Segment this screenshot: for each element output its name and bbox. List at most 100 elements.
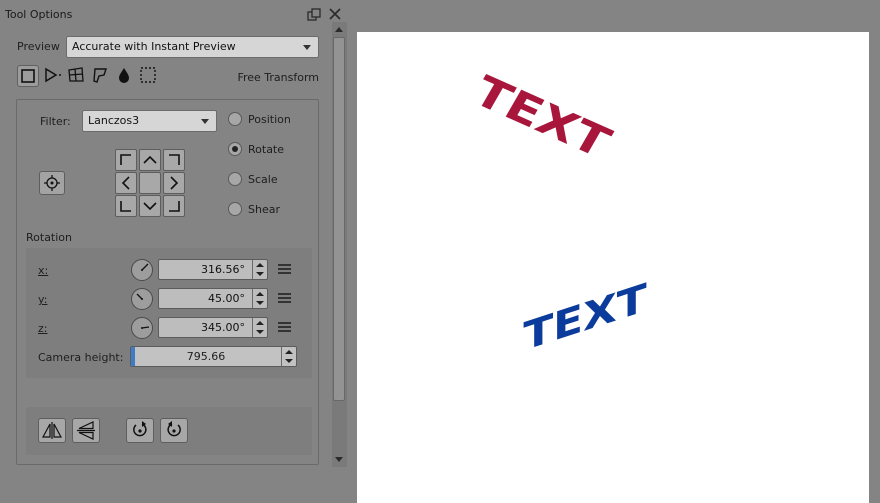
rotation-z-value: 345.00° (201, 321, 245, 334)
spin-arrows[interactable] (252, 289, 267, 308)
spin-down-icon[interactable] (256, 272, 264, 276)
move-pivot-button[interactable] (39, 171, 65, 195)
rotation-y-label: y: (38, 293, 48, 306)
cage-mode-button[interactable] (89, 65, 111, 87)
float-panel-icon[interactable] (307, 8, 321, 22)
spin-up-icon[interactable] (256, 321, 264, 325)
flip-vertical-button[interactable] (72, 418, 100, 443)
panel-title: Tool Options (5, 8, 73, 21)
preview-select[interactable]: Accurate with Instant Preview (66, 36, 319, 58)
crosshair-icon (44, 175, 60, 191)
free-transform-mode-button[interactable] (17, 65, 39, 87)
hamburger-menu-icon[interactable] (278, 293, 291, 304)
scroll-thumb[interactable] (333, 37, 345, 401)
hamburger-menu-icon[interactable] (278, 322, 291, 333)
preview-select-value: Accurate with Instant Preview (72, 40, 236, 53)
spin-up-icon[interactable] (285, 350, 293, 354)
anchor-top-button[interactable] (139, 149, 161, 171)
close-icon[interactable] (328, 7, 342, 21)
filter-label: Filter: (40, 115, 71, 128)
radio-indicator[interactable] (228, 202, 242, 216)
anchor-bottom-button[interactable] (139, 195, 161, 217)
transform-mode-label: Free Transform (237, 71, 319, 84)
spin-down-icon[interactable] (285, 359, 293, 363)
radio-shear[interactable]: Shear (228, 202, 280, 216)
scroll-up-icon[interactable] (335, 27, 343, 32)
mesh-icon (140, 67, 156, 83)
transformed-text-red: TEXT (465, 66, 619, 168)
rotation-y-dial[interactable] (131, 288, 153, 310)
anchor-center-button[interactable] (139, 172, 161, 194)
panel-scrollbar[interactable] (332, 22, 347, 467)
corner-top-right-icon (169, 154, 180, 165)
rotate-ccw-icon (133, 421, 147, 437)
free-transform-icon (21, 69, 35, 83)
filter-select-value: Lanczos3 (88, 114, 140, 127)
rotation-z-spinbox[interactable]: 345.00° (158, 317, 268, 338)
transformed-text-blue: TEXT (523, 274, 647, 360)
mesh-mode-button[interactable] (137, 65, 159, 87)
preview-label: Preview (17, 40, 60, 53)
radio-label: Rotate (248, 142, 285, 156)
rotation-x-spinbox[interactable]: 316.56° (158, 259, 268, 280)
chevron-down-icon (303, 45, 311, 50)
radio-label: Position (248, 112, 291, 126)
radio-indicator[interactable] (228, 172, 242, 186)
spin-down-icon[interactable] (256, 330, 264, 334)
flip-vertical-icon (77, 421, 95, 440)
document-canvas[interactable]: TEXT TEXT (357, 32, 869, 503)
anchor-top-right-button[interactable] (163, 149, 185, 171)
filter-select[interactable]: Lanczos3 (82, 110, 217, 132)
radio-rotate[interactable]: Rotate (228, 142, 284, 156)
rotation-x-value: 316.56° (201, 263, 245, 276)
rotate-cw-button[interactable] (160, 418, 188, 443)
spin-arrows[interactable] (252, 260, 267, 279)
spin-up-icon[interactable] (256, 263, 264, 267)
cage-icon (93, 68, 107, 83)
rotation-x-dial[interactable] (131, 259, 153, 281)
corner-top-left-icon (120, 154, 131, 165)
chevron-down-icon (143, 202, 157, 211)
chevron-up-icon (143, 155, 157, 164)
radio-indicator[interactable] (228, 142, 242, 156)
perspective-icon (45, 67, 61, 83)
warp-mode-button[interactable] (65, 65, 87, 87)
perspective-mode-button[interactable] (41, 65, 63, 87)
flip-horizontal-icon (41, 422, 63, 439)
rotation-x-label: x: (38, 264, 49, 277)
rotate-ccw-button[interactable] (126, 418, 154, 443)
chevron-left-icon (121, 176, 130, 190)
anchor-right-button[interactable] (163, 172, 185, 194)
spin-arrows[interactable] (281, 347, 296, 366)
chevron-right-icon (170, 176, 179, 190)
angle-dial-icon (136, 293, 143, 300)
camera-height-value: 795.66 (186, 350, 226, 363)
spin-down-icon[interactable] (256, 301, 264, 305)
rotation-y-spinbox[interactable]: 45.00° (158, 288, 268, 309)
spin-up-icon[interactable] (256, 292, 264, 296)
corner-bottom-right-icon (169, 201, 180, 212)
camera-height-label: Camera height: (38, 351, 124, 364)
anchor-left-button[interactable] (115, 172, 137, 194)
anchor-bottom-left-button[interactable] (115, 195, 137, 217)
flip-horizontal-button[interactable] (38, 418, 66, 443)
hamburger-menu-icon[interactable] (278, 264, 291, 275)
corner-bottom-left-icon (120, 201, 131, 212)
anchor-bottom-right-button[interactable] (163, 195, 185, 217)
liquify-mode-button[interactable] (113, 65, 135, 87)
rotation-y-value: 45.00° (208, 292, 245, 305)
scroll-down-icon[interactable] (335, 457, 343, 462)
camera-height-slider[interactable]: 795.66 (130, 346, 297, 367)
radio-label: Scale (248, 172, 278, 186)
rotate-cw-icon (167, 421, 181, 437)
angle-dial-icon (141, 263, 149, 271)
anchor-top-left-button[interactable] (115, 149, 137, 171)
warp-icon (68, 67, 84, 82)
radio-label: Shear (248, 202, 280, 216)
spin-arrows[interactable] (252, 318, 267, 337)
radio-scale[interactable]: Scale (228, 172, 278, 186)
rotation-section-label: Rotation (26, 231, 73, 244)
radio-indicator[interactable] (228, 112, 242, 126)
rotation-z-dial[interactable] (131, 317, 153, 339)
radio-position[interactable]: Position (228, 112, 291, 126)
